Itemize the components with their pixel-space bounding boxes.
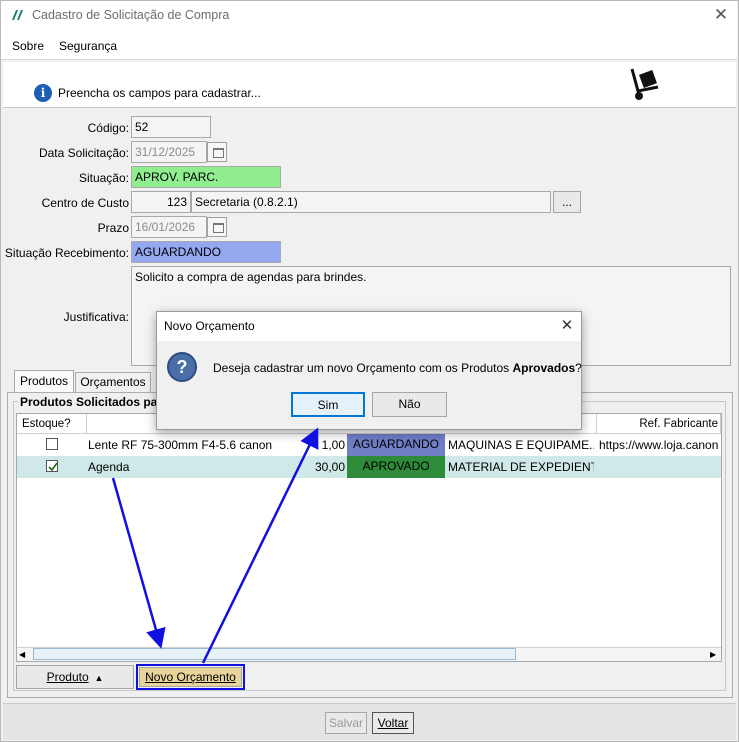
annotation-arrows bbox=[111, 427, 319, 664]
annotation-arrow bbox=[201, 427, 319, 664]
annotation-arrow bbox=[111, 477, 166, 649]
